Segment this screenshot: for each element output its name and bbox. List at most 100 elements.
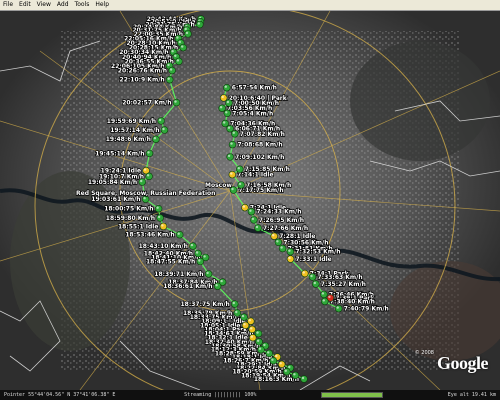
- satellite-map[interactable]: 20:43:44 Km/h20:51:0 | Idle20:31:75 Km/h…: [0, 11, 500, 390]
- track-marker-moving[interactable]: [184, 30, 192, 38]
- track-marker-moving[interactable]: [145, 149, 154, 158]
- marker-highlight: [206, 271, 209, 275]
- marker-icon: [254, 329, 263, 338]
- track-marker-moving[interactable]: [204, 270, 213, 278]
- marker-icon: [269, 357, 278, 365]
- track-marker-moving[interactable]: [223, 83, 231, 92]
- track-point-label: 22:10:9 Km/h: [120, 77, 165, 84]
- marker-highlight: [215, 284, 218, 287]
- marker-icon: [175, 230, 184, 239]
- menu-view[interactable]: View: [34, 0, 54, 10]
- track-marker-moving[interactable]: [189, 242, 197, 250]
- track-marker-moving[interactable]: [312, 280, 320, 288]
- marker-highlight: [198, 259, 201, 262]
- marker-icon: [145, 149, 154, 158]
- marker-icon: [196, 257, 205, 266]
- track-marker-moving[interactable]: [231, 130, 239, 138]
- track-marker-moving[interactable]: [172, 98, 181, 107]
- menu-help[interactable]: Help: [92, 0, 112, 10]
- map-view[interactable]: 20:43:44 Km/h 20:51:0 | Idle 20:31:75 Km/h…: [0, 11, 500, 390]
- marker-highlight: [267, 351, 270, 354]
- track-marker-moving[interactable]: [250, 216, 258, 224]
- track-marker-moving[interactable]: [213, 282, 222, 290]
- track-marker-parked[interactable]: [248, 325, 256, 334]
- track-marker-moving[interactable]: [247, 207, 256, 216]
- track-point-label: 20:02:57 Km/h: [122, 100, 171, 107]
- track-marker-moving[interactable]: [237, 181, 245, 189]
- track-marker-moving[interactable]: [257, 346, 265, 354]
- track-marker-moving[interactable]: [221, 119, 229, 128]
- track-marker-moving[interactable]: [321, 297, 329, 306]
- track-marker-moving[interactable]: [154, 204, 163, 213]
- track-marker-moving[interactable]: [157, 117, 165, 125]
- track-marker-idle[interactable]: [228, 170, 237, 179]
- track-point-label: 7:17:75 Km/h: [239, 187, 284, 194]
- menu-file[interactable]: File: [0, 0, 16, 10]
- track-marker-idle[interactable]: [241, 321, 250, 329]
- track-marker-moving[interactable]: [145, 172, 153, 181]
- track-marker-idle[interactable]: [270, 232, 278, 240]
- track-marker-moving[interactable]: [156, 214, 164, 222]
- track-marker-moving[interactable]: [255, 338, 263, 346]
- track-marker-moving[interactable]: [274, 238, 283, 247]
- track-marker-idle[interactable]: [159, 222, 168, 231]
- marker-icon: [257, 346, 265, 354]
- track-marker-moving[interactable]: [335, 304, 343, 313]
- track-point-label: 19:05:84 Km/h: [88, 179, 137, 186]
- track-marker-moving[interactable]: [175, 230, 184, 239]
- track-marker-moving[interactable]: [233, 309, 242, 317]
- track-marker-moving[interactable]: [226, 153, 234, 161]
- track-marker-moving[interactable]: [240, 313, 248, 321]
- track-marker-parked[interactable]: [301, 269, 309, 278]
- marker-highlight: [146, 174, 150, 177]
- marker-highlight: [321, 292, 325, 295]
- track-marker-moving[interactable]: [196, 257, 205, 266]
- marker-icon: [250, 216, 258, 224]
- track-marker-moving[interactable]: [269, 357, 278, 365]
- marker-icon: [286, 247, 295, 256]
- menu-tools[interactable]: Tools: [72, 0, 93, 10]
- menu-bar: File Edit View Add Tools Help: [0, 0, 500, 11]
- track-marker-moving[interactable]: [231, 300, 239, 308]
- track-marker-moving[interactable]: [175, 57, 183, 66]
- track-marker-moving[interactable]: [283, 368, 291, 376]
- marker-icon: [274, 238, 283, 247]
- track-marker-moving[interactable]: [225, 99, 233, 107]
- track-marker-moving[interactable]: [265, 349, 273, 358]
- track-point-label: 18:55:1 Idle: [118, 223, 158, 230]
- track-marker-moving[interactable]: [218, 104, 226, 112]
- marker-highlight: [227, 154, 231, 158]
- track-marker-moving[interactable]: [291, 371, 300, 379]
- menu-edit[interactable]: Edit: [16, 0, 34, 10]
- menu-add[interactable]: Add: [54, 0, 72, 10]
- track-marker-moving[interactable]: [223, 109, 232, 118]
- track-marker-moving[interactable]: [308, 273, 317, 281]
- marker-highlight: [263, 343, 266, 347]
- track-marker-moving[interactable]: [138, 178, 146, 186]
- track-marker-parked[interactable]: [219, 94, 228, 102]
- track-marker-moving[interactable]: [286, 247, 295, 256]
- track-marker-moving[interactable]: [254, 329, 263, 338]
- marker-highlight: [310, 274, 313, 278]
- track-marker-moving[interactable]: [179, 43, 187, 52]
- track-marker-moving[interactable]: [254, 224, 262, 232]
- track-marker-idle[interactable]: [278, 360, 286, 368]
- track-marker-moving[interactable]: [228, 140, 237, 149]
- marker-highlight: [249, 209, 252, 212]
- marker-highlight: [271, 358, 274, 361]
- marker-icon: [255, 338, 263, 346]
- track-marker-idle[interactable]: [249, 334, 257, 342]
- track-marker-idle[interactable]: [241, 203, 249, 212]
- track-marker-moving[interactable]: [320, 290, 328, 299]
- track-marker-moving[interactable]: [278, 244, 287, 253]
- track-marker-moving[interactable]: [300, 375, 308, 383]
- marker-icon: [283, 368, 291, 376]
- track-marker-moving[interactable]: [160, 126, 169, 134]
- track-marker-moving[interactable]: [194, 249, 202, 258]
- track-marker-moving[interactable]: [168, 66, 176, 75]
- track-marker-idle[interactable]: [286, 255, 295, 263]
- track-marker-moving[interactable]: [152, 135, 160, 143]
- track-marker-moving[interactable]: [236, 165, 244, 173]
- track-marker-moving[interactable]: [196, 20, 204, 29]
- track-marker-moving[interactable]: [165, 75, 174, 84]
